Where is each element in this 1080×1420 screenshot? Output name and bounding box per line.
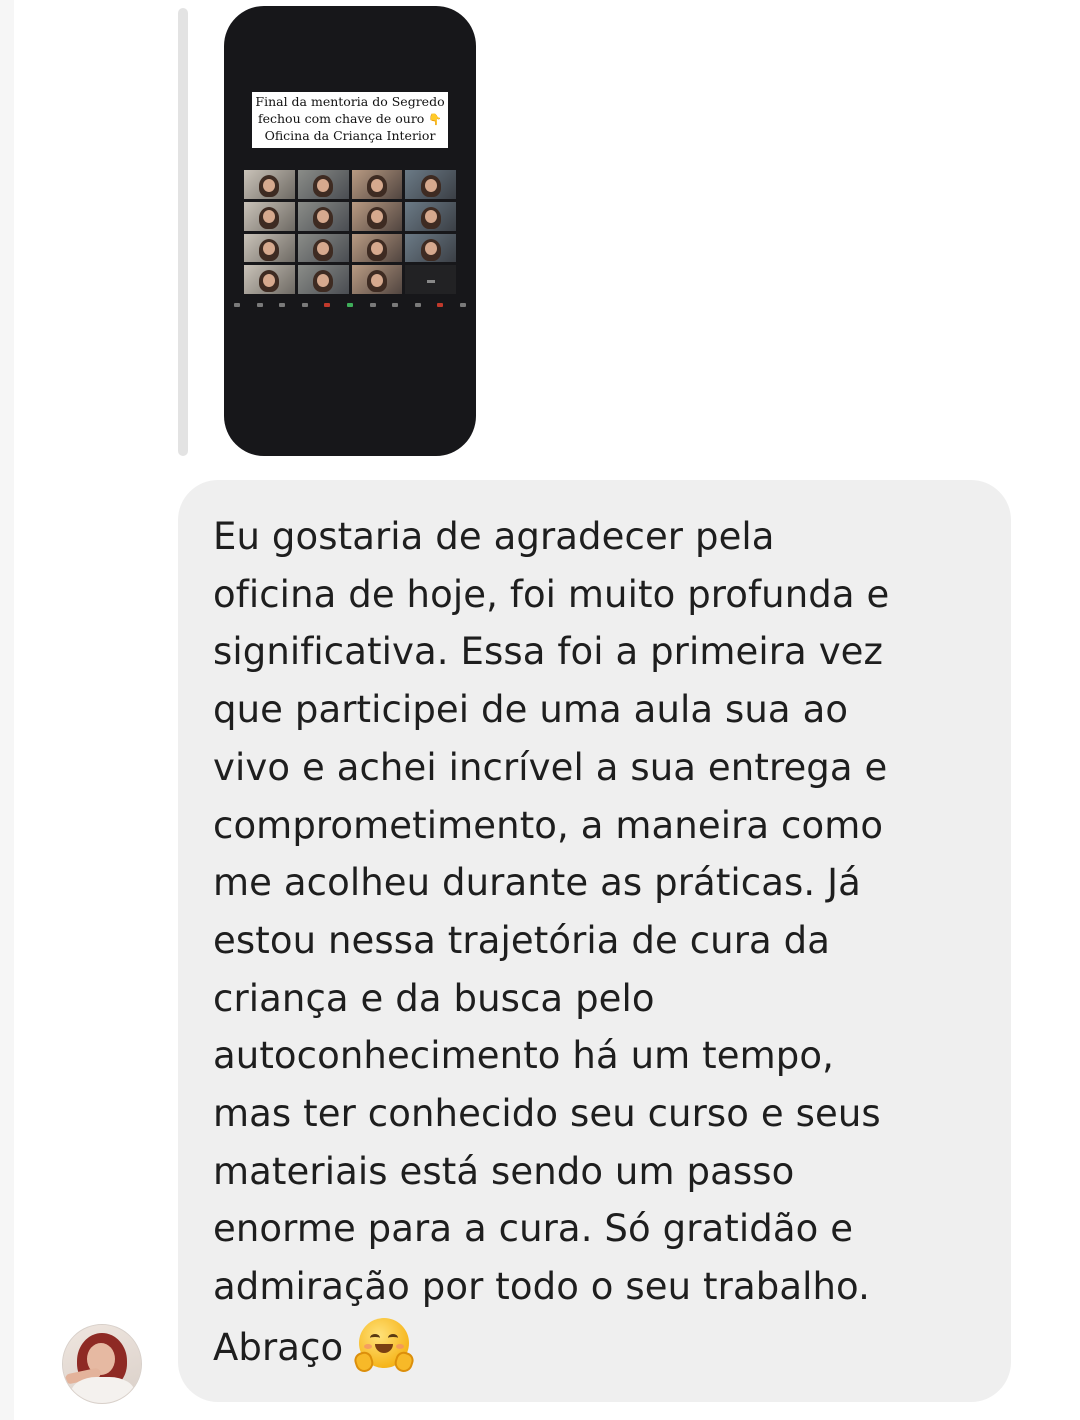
reactions-icon xyxy=(392,303,399,307)
reply-indicator-line xyxy=(178,8,188,456)
sender-avatar[interactable] xyxy=(62,1324,142,1404)
participant-video-tile xyxy=(244,201,295,231)
story-caption-text: fechou com chave de ouro xyxy=(257,110,425,126)
participant-face xyxy=(370,273,383,287)
message-text: Eu gostaria de agradecer pela oficina de … xyxy=(213,508,1003,1377)
camera-off-icon xyxy=(426,279,435,283)
message-closing: Abraço xyxy=(213,1325,344,1369)
message-line: materiais está sendo um passo xyxy=(213,1149,795,1193)
message-line: mas ter conhecido seu curso e seus xyxy=(213,1092,881,1136)
end-call-icon xyxy=(437,303,444,307)
participant-face xyxy=(424,178,437,192)
video-call-toolbar xyxy=(230,298,470,312)
message-line: autoconhecimento há um tempo, xyxy=(213,1034,834,1078)
left-edge-strip xyxy=(0,0,14,1420)
chat-icon xyxy=(346,303,353,307)
participant-face xyxy=(370,178,383,192)
message-line: que participei de uma aula sua ao xyxy=(213,688,849,732)
message-line: oficina de hoje, foi muito profunda e xyxy=(213,572,890,616)
participant-video-tile xyxy=(351,201,403,231)
message-line: Eu gostaria de agradecer pela xyxy=(213,515,775,558)
participant-face xyxy=(317,273,330,287)
message-line: vivo e achei incrível a sua entrega e xyxy=(213,745,888,789)
mute-icon xyxy=(234,303,240,307)
participant-video-tile xyxy=(351,233,403,263)
apps-icon xyxy=(414,303,421,307)
hugging-face-emoji xyxy=(352,1316,416,1375)
story-caption-line: Final da mentoria do Segredo xyxy=(255,94,445,109)
participant-video-tile xyxy=(405,170,456,199)
video-call-grid xyxy=(244,170,456,294)
participant-face xyxy=(263,178,276,192)
emoji-part xyxy=(370,1333,381,1342)
participant-video-tile xyxy=(297,233,349,263)
participant-face xyxy=(370,242,383,256)
participant-video-tile xyxy=(405,233,456,263)
participant-video-tile xyxy=(244,265,295,294)
message-line: significativa. Essa foi a primeira vez xyxy=(213,630,884,674)
avatar-body xyxy=(71,1377,135,1403)
security-icon xyxy=(279,303,286,307)
message-line: estou nessa trajetória de cura da xyxy=(213,918,831,962)
participant-video-tile xyxy=(405,201,456,231)
camera-icon xyxy=(256,303,263,307)
participant-video-tile xyxy=(297,201,349,231)
share-screen-icon xyxy=(369,303,376,307)
emoji-part xyxy=(388,1333,399,1342)
participant-video-tile xyxy=(351,170,403,199)
emoji-part xyxy=(396,1343,405,1349)
message-line: criança e da busca pelo xyxy=(213,976,655,1020)
emoji-part xyxy=(364,1343,373,1349)
message-line: comprometimento, a maneira como xyxy=(213,803,884,847)
pointing-down-emoji: 👇 xyxy=(428,112,443,126)
participant-face xyxy=(424,242,437,256)
participant-video-tile xyxy=(297,170,349,199)
message-bubble[interactable]: Eu gostaria de agradecer pela oficina de … xyxy=(178,480,1011,1402)
message-line: admiração por todo o seu trabalho. xyxy=(213,1265,870,1309)
story-caption: Final da mentoria do Segredo fechou com … xyxy=(252,92,448,148)
story-reply-thumbnail[interactable]: Final da mentoria do Segredo fechou com … xyxy=(224,6,476,456)
story-caption-line: Oficina da Criança Interior xyxy=(264,128,436,143)
participant-video-tile xyxy=(405,265,456,294)
story-caption-line: fechou com chave de ouro 👇 xyxy=(252,111,448,129)
participant-face xyxy=(424,210,437,224)
message-line: enorme para a cura. Só gratidão e xyxy=(213,1207,854,1251)
more-icon xyxy=(459,303,466,307)
participant-video-tile xyxy=(351,265,403,294)
record-icon xyxy=(324,303,331,307)
participant-video-tile xyxy=(244,233,295,263)
message-line: me acolheu durante as práticas. Já xyxy=(213,861,861,905)
participant-video-tile xyxy=(297,265,349,294)
message-closing-line: Abraço xyxy=(213,1316,1003,1377)
participant-video-tile xyxy=(244,170,295,199)
participant-face xyxy=(317,178,330,192)
participants-icon xyxy=(301,303,308,307)
